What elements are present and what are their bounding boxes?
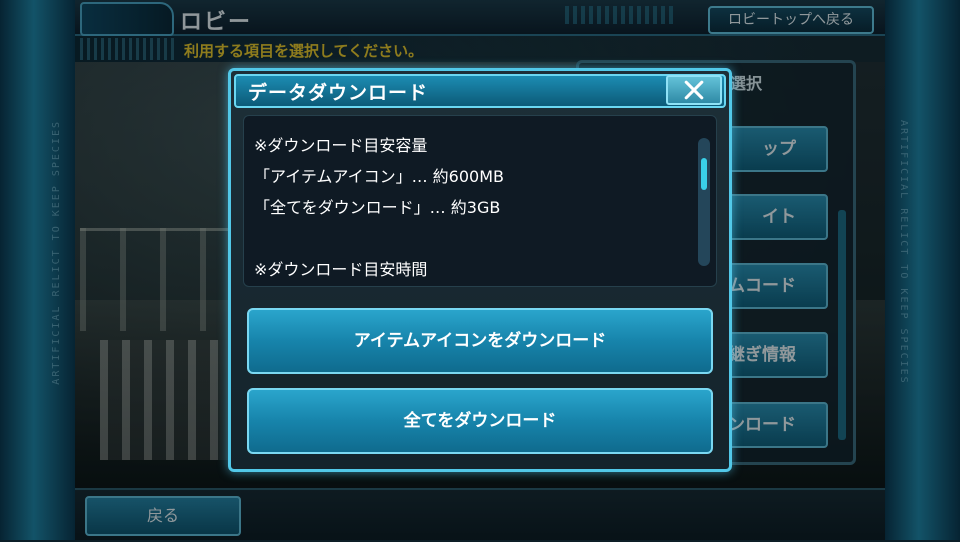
download-all-button[interactable]: 全てをダウンロード (247, 388, 713, 454)
info-line: 「アイテムアイコン」… 約600MB (254, 167, 505, 186)
info-line: ※ダウンロード目安時間 (254, 260, 428, 279)
info-scrollbar-thumb[interactable] (701, 158, 707, 190)
close-button[interactable] (666, 75, 722, 105)
dialog-title: データダウンロード (248, 82, 429, 104)
info-line: ※ダウンロード目安容量 (254, 136, 428, 155)
close-icon (684, 80, 704, 100)
download-item-icons-button[interactable]: アイテムアイコンをダウンロード (247, 308, 713, 374)
info-line: 「全てをダウンロード」… 約3GB (254, 198, 501, 217)
